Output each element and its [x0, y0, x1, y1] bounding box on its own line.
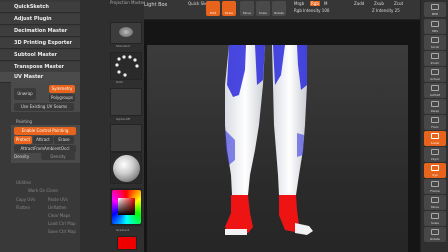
uv-master-panel: Unwrap Symmetry Polygroups Use Existing … — [11, 82, 80, 112]
canvas[interactable] — [144, 20, 420, 252]
scale-button[interactable]: Scale — [256, 1, 270, 16]
stroke-label: Dots — [116, 80, 123, 84]
frame-button[interactable]: Frame — [424, 179, 446, 194]
legs-model[interactable] — [147, 45, 408, 252]
quick-sketch-button[interactable]: Quick Sketch — [188, 1, 214, 6]
texture-thumbnail[interactable] — [110, 124, 142, 152]
painting-panel: Enable Control Painting Protect Attract … — [11, 125, 80, 163]
painting-header: Painting — [16, 119, 33, 124]
xyz-button[interactable]: Xyz — [424, 163, 446, 178]
erase-button[interactable]: Erase — [54, 136, 74, 144]
frame-icon — [431, 181, 439, 187]
color-square[interactable] — [118, 198, 135, 215]
m-button[interactable]: M — [324, 1, 327, 6]
menu-adjust-plugin[interactable]: Adjust Plugin — [0, 14, 80, 25]
material-sphere-icon — [113, 155, 140, 182]
brush-label: Standard — [116, 44, 130, 48]
rotate-view-button[interactable]: Rotate — [424, 227, 446, 242]
lsym-icon — [431, 149, 439, 155]
menu-3d-printing-exporter[interactable]: 3D Printing Exporter — [0, 38, 80, 49]
menu-quicksketch[interactable]: QuickSketch — [0, 2, 80, 13]
bpr-button[interactable]: BPR — [424, 2, 446, 17]
aahalf-button[interactable]: AAHalf — [424, 83, 446, 98]
move-button[interactable]: Move — [240, 1, 254, 16]
unwrap-button[interactable]: Unwrap — [14, 88, 36, 100]
move-view-button[interactable]: Move — [424, 195, 446, 210]
save-ctrl-map-button[interactable]: Save Ctrl Map — [48, 229, 76, 234]
rgb-button[interactable]: Rgb — [310, 1, 320, 6]
lsym-button[interactable]: LSym — [424, 147, 446, 162]
scale-view-icon — [431, 213, 439, 219]
zcut-button[interactable]: Zcut — [394, 1, 403, 6]
alpha-label: Alpha Off — [116, 117, 130, 121]
xyz-icon — [431, 165, 439, 171]
zsub-button[interactable]: Zsub — [374, 1, 384, 6]
flatten-button[interactable]: Flatten — [16, 205, 30, 210]
scroll-button[interactable]: Scroll — [424, 35, 446, 50]
zadd-button[interactable]: Zadd — [354, 1, 364, 6]
dots-stroke-icon — [115, 55, 139, 77]
attract-from-ambient-occl-button[interactable]: AttractFromAmbientOccl — [14, 145, 76, 153]
brush-preview-icon — [119, 27, 133, 37]
copy-uvs-button[interactable]: Copy UVs — [16, 197, 35, 202]
scroll-icon — [431, 37, 439, 43]
floor-button[interactable]: Floor — [424, 115, 446, 130]
rotate-button[interactable]: Rotate — [272, 1, 286, 16]
alpha-thumbnail[interactable] — [110, 88, 142, 116]
menu-decimation-master[interactable]: Decimation Master — [0, 26, 80, 37]
z-intensity-slider[interactable]: Z Intensity 25 — [372, 8, 400, 13]
actual-button[interactable]: Actual — [424, 67, 446, 82]
projection-master-button[interactable]: Projection Master — [110, 0, 145, 5]
draw-button[interactable]: Draw — [222, 1, 236, 16]
scale-view-button[interactable]: Scale — [424, 211, 446, 226]
actual-icon — [431, 69, 439, 75]
rgb-intensity-slider[interactable]: Rgb Intensity 100 — [294, 8, 329, 13]
document-area[interactable] — [147, 45, 408, 252]
attract-button[interactable]: Attract — [33, 136, 53, 144]
main-color-swatch[interactable] — [117, 236, 137, 250]
zoom-icon — [431, 53, 439, 59]
persp-button[interactable]: Persp — [424, 99, 446, 114]
spix-button[interactable]: SPix — [424, 19, 446, 34]
polygroups-toggle[interactable]: Polygroups — [49, 94, 75, 102]
edit-button[interactable]: Edit — [206, 1, 220, 16]
work-on-clone-button[interactable]: Work On Clone — [28, 188, 58, 193]
stroke-thumbnail[interactable] — [110, 52, 142, 80]
density-label: Density — [14, 154, 30, 159]
utilities-header: Utilities — [16, 180, 32, 185]
density-slider[interactable]: Density — [41, 153, 75, 160]
plugin-palette: QuickSketch Adjust Plugin Decimation Mas… — [0, 0, 80, 252]
spix-icon — [431, 21, 439, 27]
material-thumbnail[interactable] — [110, 152, 142, 184]
bpr-icon — [431, 4, 439, 10]
aahalf-icon — [431, 85, 439, 91]
use-existing-uv-seams-toggle[interactable]: Use Existing UV Seams — [14, 103, 74, 111]
tool-thumbnails: Standard Dots Alpha Off Texture Off Grad… — [80, 0, 144, 252]
unflatten-button[interactable]: Unflatten — [48, 205, 67, 210]
move-view-icon — [431, 197, 439, 203]
menu-subtool-master[interactable]: Subtool Master — [0, 50, 80, 61]
gradient-label: Gradient — [116, 228, 130, 232]
right-shelf: BPR SPix Scroll Zoom Actual AAHalf Persp… — [420, 0, 448, 252]
local-button[interactable]: Local — [424, 131, 446, 146]
lightbox-button[interactable]: Light Box — [144, 2, 167, 8]
color-picker[interactable] — [110, 188, 142, 226]
clear-maps-button[interactable]: Clear Maps — [48, 213, 70, 218]
paste-uvs-button[interactable]: Paste UVs — [48, 197, 68, 202]
enable-control-painting-button[interactable]: Enable Control Painting — [14, 127, 76, 135]
mrgb-button[interactable]: Mrgb — [294, 1, 304, 6]
rotate-view-icon — [431, 229, 439, 235]
local-icon — [431, 133, 439, 139]
load-ctrl-map-button[interactable]: Load Ctrl Map — [48, 221, 76, 226]
protect-button[interactable]: Protect — [14, 136, 32, 144]
brush-thumbnail[interactable] — [110, 22, 142, 44]
floor-icon — [431, 117, 439, 123]
zoom-button[interactable]: Zoom — [424, 51, 446, 66]
symmetry-toggle[interactable]: Symmetry — [49, 85, 75, 93]
top-toolbar: Projection Master Light Box Quick Sketch… — [110, 0, 448, 20]
persp-icon — [431, 101, 439, 107]
